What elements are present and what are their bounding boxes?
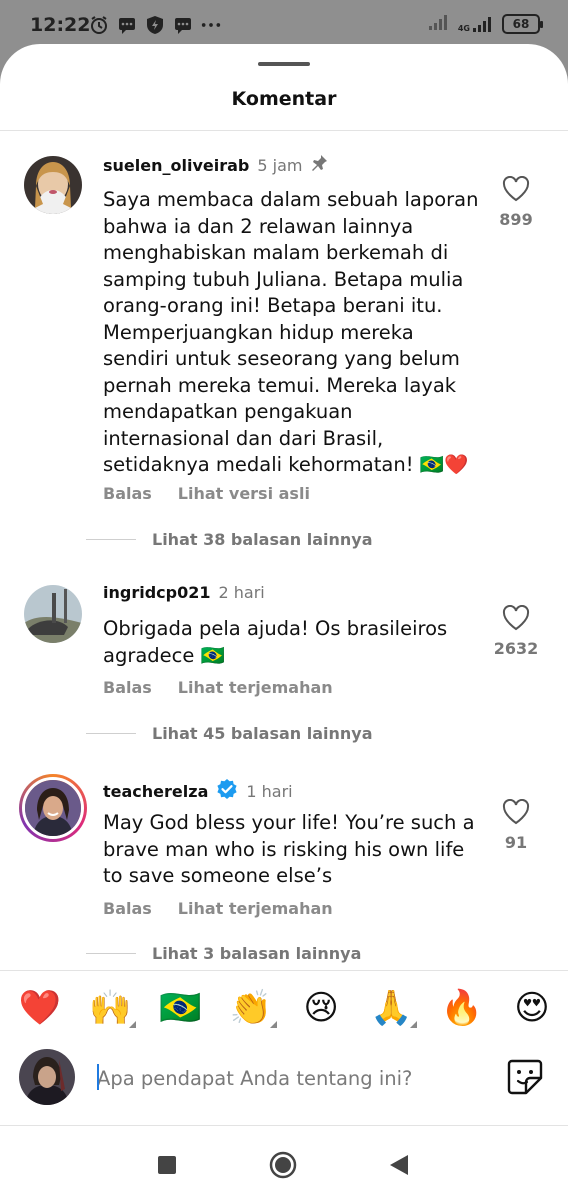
- comment-time: 5 jam: [257, 155, 303, 175]
- reaction-crying-face[interactable]: 😢: [293, 984, 349, 1032]
- avatar[interactable]: [24, 585, 82, 643]
- reaction-folded-hands[interactable]: 🙏: [363, 984, 419, 1032]
- heart-icon[interactable]: [502, 175, 530, 206]
- reaction-raising-hands[interactable]: 🙌: [82, 984, 138, 1032]
- divider: [86, 733, 136, 734]
- verified-badge-icon: [216, 778, 238, 804]
- reaction-clapping-hands[interactable]: 👏: [223, 984, 279, 1032]
- reaction-fire[interactable]: 🔥: [434, 984, 490, 1032]
- comment-actions: Balas Lihat terjemahan: [103, 899, 333, 918]
- signal-icon: [428, 13, 450, 35]
- view-more-replies[interactable]: Lihat 3 balasan lainnya: [86, 944, 361, 963]
- view-more-replies[interactable]: Lihat 38 balasan lainnya: [86, 530, 373, 549]
- drag-handle[interactable]: [258, 62, 310, 66]
- comment-username[interactable]: suelen_oliveirab: [103, 156, 249, 175]
- sticker-icon[interactable]: [506, 1058, 544, 1096]
- current-user-avatar: [19, 1049, 75, 1105]
- comment-text: Saya membaca dalam sebuah laporan bahwa …: [103, 188, 479, 476]
- like-count: 91: [504, 833, 528, 852]
- comment-actions: Balas Lihat terjemahan: [103, 678, 333, 697]
- reply-button[interactable]: Balas: [103, 678, 152, 697]
- comment-username[interactable]: teacherelza: [103, 782, 208, 801]
- alarm-icon: [88, 14, 110, 36]
- view-replies-label[interactable]: Lihat 45 balasan lainnya: [152, 724, 373, 743]
- comment-time: 2 hari: [218, 583, 265, 602]
- recents-square-icon[interactable]: [152, 1150, 182, 1180]
- comment-input[interactable]: [97, 1060, 477, 1096]
- comment-text: May God bless your life! You’re such a b…: [103, 811, 475, 887]
- comment-header: ingridcp021 2 hari: [103, 583, 265, 602]
- text-cursor: [97, 1064, 99, 1090]
- message-icon: [116, 14, 138, 36]
- divider: [0, 970, 568, 971]
- heart-icon[interactable]: [502, 604, 530, 635]
- heart-icon[interactable]: [502, 798, 530, 829]
- system-icons: 4G 68: [428, 13, 543, 35]
- see-original-button[interactable]: Lihat versi asli: [178, 484, 310, 503]
- back-triangle-icon[interactable]: [384, 1150, 414, 1180]
- see-translation-button[interactable]: Lihat terjemahan: [178, 678, 333, 697]
- view-replies-label[interactable]: Lihat 3 balasan lainnya: [152, 944, 361, 963]
- clock: 12:22: [30, 14, 91, 36]
- message-icon: [172, 14, 194, 36]
- reaction-brazil-flag[interactable]: 🇧🇷: [153, 984, 209, 1032]
- network-type: 4G: [457, 24, 470, 33]
- avatar[interactable]: [24, 156, 82, 214]
- home-circle-icon[interactable]: [268, 1150, 298, 1180]
- like-count: 899: [499, 210, 533, 229]
- divider: [0, 130, 568, 131]
- view-replies-label[interactable]: Lihat 38 balasan lainnya: [152, 530, 373, 549]
- comments-sheet: Komentar suelen_oliveirab 5 jam Saya mem…: [0, 44, 568, 1125]
- status-bar: 12:22 4G 68: [0, 0, 568, 48]
- sheet-title: Komentar: [231, 88, 337, 110]
- shield-icon: [144, 14, 166, 36]
- comment-username[interactable]: ingridcp021: [103, 583, 211, 602]
- comment-header: teacherelza 1 hari: [103, 778, 293, 804]
- reply-button[interactable]: Balas: [103, 484, 152, 503]
- like-control: 2632: [486, 604, 546, 658]
- signal-4g-icon: 4G: [458, 15, 494, 33]
- comment-header: suelen_oliveirab 5 jam: [103, 154, 328, 176]
- system-navigation-bar: [0, 1125, 568, 1200]
- pin-icon: [310, 154, 328, 176]
- reply-button[interactable]: Balas: [103, 899, 152, 918]
- reaction-heart-eyes[interactable]: 😍: [504, 984, 560, 1032]
- divider: [86, 539, 136, 540]
- see-translation-button[interactable]: Lihat terjemahan: [178, 899, 333, 918]
- view-more-replies[interactable]: Lihat 45 balasan lainnya: [86, 724, 373, 743]
- more-dots-icon: [200, 14, 222, 36]
- battery-indicator: 68: [502, 14, 543, 34]
- comment-time: 1 hari: [246, 781, 293, 801]
- divider: [86, 953, 136, 954]
- like-control: 899: [486, 175, 546, 229]
- reaction-heart[interactable]: ❤️: [12, 984, 68, 1032]
- avatar-with-story-ring[interactable]: [19, 774, 87, 842]
- quick-reaction-bar: ❤️ 🙌 🇧🇷 👏 😢 🙏 🔥 😍: [12, 984, 560, 1032]
- comment-actions: Balas Lihat versi asli: [103, 484, 310, 503]
- like-control: 91: [486, 798, 546, 852]
- notification-icons: [88, 14, 222, 36]
- like-count: 2632: [493, 639, 539, 658]
- comment-text: Obrigada pela ajuda! Os brasileiros agra…: [103, 617, 448, 667]
